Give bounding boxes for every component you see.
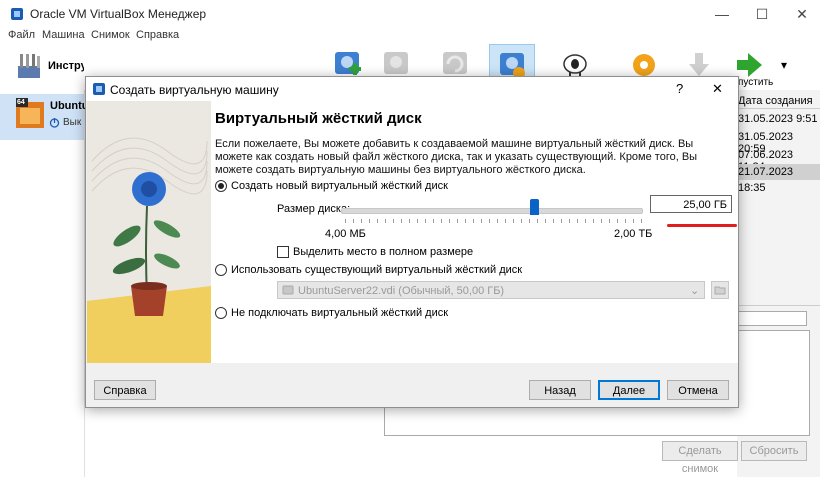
label-no-disk[interactable]: Не подключать виртуальный жёсткий диск	[231, 307, 448, 319]
slider-min-label: 4,00 МБ	[325, 228, 366, 240]
reset-button[interactable]: Сбросить	[741, 441, 807, 461]
menu-help[interactable]: Справка	[136, 29, 179, 41]
tools-row[interactable]: Инструменты	[0, 44, 122, 88]
main-window-title: Oracle VM VirtualBox Менеджер	[30, 7, 207, 21]
plant-illustration-icon	[87, 101, 211, 363]
vm-state: Вык	[63, 117, 82, 128]
dialog-title: Создать виртуальную машину	[110, 83, 279, 97]
cancel-button[interactable]: Отмена	[667, 380, 729, 400]
snapshot-date[interactable]: 31.05.2023 9:51	[738, 113, 818, 125]
preallocate-label[interactable]: Выделить место в полном размере	[293, 246, 473, 258]
disk-size-input[interactable]: 25,00 ГБ	[650, 195, 732, 213]
dialog-close-button[interactable]: ✕	[712, 81, 723, 97]
wizard-illustration	[87, 101, 211, 363]
panel-divider	[737, 305, 820, 306]
snapshot-name-field[interactable]	[737, 311, 807, 326]
menu-file[interactable]: Файл	[8, 29, 35, 41]
header-divider	[737, 108, 820, 109]
label-existing-disk[interactable]: Использовать существующий виртуальный жё…	[231, 264, 522, 276]
page-description: Если пожелаете, Вы можете добавить к соз…	[215, 138, 698, 176]
menu-snapshot[interactable]: Снимок	[91, 29, 130, 41]
radio-existing-disk[interactable]	[215, 264, 227, 276]
start-dropdown-icon[interactable]: ▾	[781, 58, 787, 72]
menubar: Файл Машина Снимок Справка	[0, 28, 820, 44]
radio-no-disk[interactable]	[215, 307, 227, 319]
page-heading: Виртуальный жёсткий диск	[215, 110, 422, 127]
disk-icon	[282, 285, 294, 295]
create-vm-dialog: Создать виртуальную машину ? ✕ Виртуальн…	[85, 76, 739, 408]
radio-new-disk[interactable]	[215, 180, 227, 192]
virtualbox-logo-icon	[93, 83, 105, 95]
disk-size-slider-track[interactable]	[341, 208, 643, 214]
date-column-header: Дата создания	[738, 95, 813, 107]
label-new-disk[interactable]: Создать новый виртуальный жёсткий диск	[231, 180, 448, 192]
power-off-icon	[49, 118, 60, 128]
close-button[interactable]: ✕	[784, 4, 820, 24]
highlight-underline	[667, 224, 737, 227]
start-label: пустить	[738, 77, 774, 88]
vm-name: Ubuntu	[50, 100, 89, 112]
menu-machine[interactable]: Машина	[42, 29, 85, 41]
tools-icon	[18, 54, 40, 78]
minimize-button[interactable]: —	[704, 4, 740, 24]
chevron-down-icon: ⌄	[690, 285, 700, 297]
wizard-page: Виртуальный жёсткий диск Если пожелаете,…	[211, 101, 738, 363]
maximize-button[interactable]: ☐	[744, 4, 780, 24]
slider-max-label: 2,00 ТБ	[614, 228, 653, 240]
snapshot-date-selected[interactable]: 21.07.2023 18:35	[738, 164, 820, 194]
main-titlebar: Oracle VM VirtualBox Менеджер — ☐ ✕	[0, 0, 820, 28]
existing-disk-value: UbuntuServer22.vdi (Обычный, 50,00 ГБ)	[298, 285, 505, 297]
left-pane: Инструменты 64 Ubuntu Вык	[0, 44, 122, 477]
vm-list-item-ubuntu[interactable]: 64 Ubuntu Вык	[0, 94, 88, 140]
help-button[interactable]: Справка	[94, 380, 156, 400]
next-button[interactable]: Далее	[598, 380, 660, 400]
take-snapshot-button[interactable]: Сделать снимок	[662, 441, 738, 475]
dialog-titlebar: Создать виртуальную машину ? ✕	[86, 77, 738, 101]
dialog-help-button[interactable]: ?	[676, 81, 683, 96]
disk-size-label: Размер диска:	[277, 203, 351, 215]
existing-disk-select[interactable]: UbuntuServer22.vdi (Обычный, 50,00 ГБ) ⌄	[277, 281, 705, 299]
slider-ticks	[345, 219, 643, 223]
arch-badge: 64	[17, 99, 25, 106]
disk-size-slider-thumb[interactable]	[529, 199, 539, 215]
back-button[interactable]: Назад	[529, 380, 591, 400]
preallocate-checkbox[interactable]	[277, 246, 289, 258]
choose-disk-button[interactable]	[711, 281, 729, 299]
folder-icon	[714, 286, 726, 295]
virtualbox-logo-icon	[11, 8, 23, 20]
